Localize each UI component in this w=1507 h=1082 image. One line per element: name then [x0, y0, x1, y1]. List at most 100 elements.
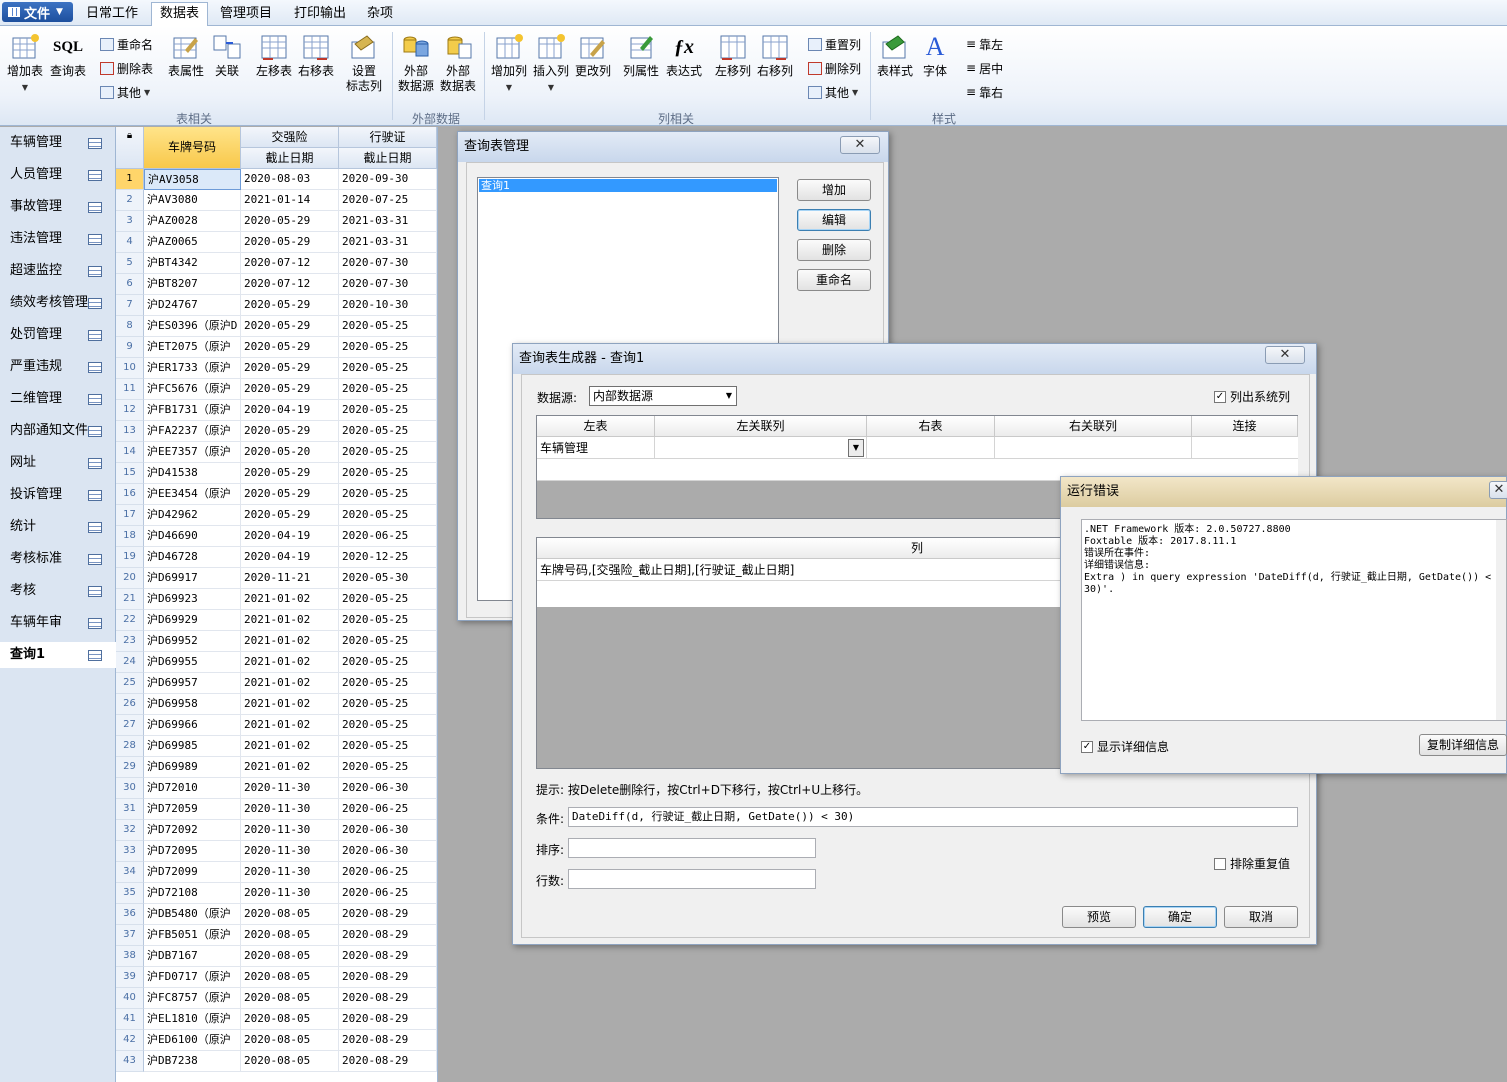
table-cell[interactable]: 2020-05-25 [339, 694, 437, 715]
table-cell[interactable]: 沪D69966 [144, 715, 241, 736]
row-number[interactable]: 34 [116, 862, 144, 883]
close-icon[interactable]: ✕ [840, 136, 880, 154]
table-cell[interactable]: 沪FC8757（原沪 [144, 988, 241, 1009]
table-cell[interactable]: 沪AV3080 [144, 190, 241, 211]
table-cell[interactable]: 沪DB5480（原沪 [144, 904, 241, 925]
table-cell[interactable]: 2020-05-20 [241, 442, 339, 463]
table-cell[interactable]: 2020-06-25 [339, 799, 437, 820]
preview-button[interactable]: 预览 [1062, 906, 1136, 928]
nav-item[interactable]: 违法管理 [0, 226, 116, 252]
table-cell[interactable]: 沪D72108 [144, 883, 241, 904]
error-details-text[interactable]: .NET Framework 版本: 2.0.50727.8800 Foxtab… [1081, 519, 1507, 721]
table-cell[interactable]: 2020-11-30 [241, 778, 339, 799]
table-cell[interactable]: 2021-01-02 [241, 736, 339, 757]
delete-column-button[interactable]: 删除列 [808, 58, 861, 78]
row-number[interactable]: 24 [116, 652, 144, 673]
tab-misc[interactable]: 杂项 [359, 4, 401, 26]
align-center-button[interactable]: ≡ 居中 [966, 58, 1003, 78]
row-number[interactable]: 20 [116, 568, 144, 589]
row-number[interactable]: 41 [116, 1009, 144, 1030]
table-cell[interactable]: 2020-05-30 [339, 568, 437, 589]
table-cell[interactable]: 2020-05-25 [339, 631, 437, 652]
delete-table-button[interactable]: 删除表 [100, 58, 153, 78]
sort-input[interactable] [568, 838, 816, 858]
table-cell[interactable]: 2020-06-30 [339, 841, 437, 862]
row-number[interactable]: 5 [116, 253, 144, 274]
table-cell[interactable]: 沪D72095 [144, 841, 241, 862]
tab-manage-project[interactable]: 管理项目 [212, 4, 280, 26]
row-number[interactable]: 12 [116, 400, 144, 421]
external-table-button[interactable]: 外部 数据表 [438, 32, 478, 94]
table-cell[interactable]: 2021-01-02 [241, 694, 339, 715]
list-system-columns-checkbox[interactable]: ✓ 列出系统列 [1214, 388, 1290, 405]
table-cell[interactable]: 2020-08-29 [339, 1051, 437, 1072]
table-cell[interactable]: 2020-08-29 [339, 904, 437, 925]
table-cell[interactable]: 沪DB7167 [144, 946, 241, 967]
table-cell[interactable]: 沪DB7238 [144, 1051, 241, 1072]
table-cell[interactable]: 沪D69923 [144, 589, 241, 610]
table-cell[interactable]: 沪EE7357（原沪 [144, 442, 241, 463]
table-cell[interactable]: 2020-08-05 [241, 1030, 339, 1051]
query-table-button[interactable]: SQL 查询表 [48, 32, 88, 79]
table-cell[interactable]: 2020-05-29 [241, 358, 339, 379]
table-cell[interactable]: 沪ES0396（原沪D [144, 316, 241, 337]
row-number[interactable]: 28 [116, 736, 144, 757]
table-cell[interactable]: 2020-09-30 [339, 169, 437, 190]
move-table-right-button[interactable]: 右移表 [296, 32, 336, 79]
row-number[interactable]: 3 [116, 211, 144, 232]
row-number[interactable]: 33 [116, 841, 144, 862]
table-cell[interactable]: 沪BT4342 [144, 253, 241, 274]
join-cell-right-column[interactable] [995, 437, 1192, 459]
row-number[interactable]: 6 [116, 274, 144, 295]
scrollbar[interactable] [1496, 520, 1506, 720]
table-cell[interactable]: 2020-10-30 [339, 295, 437, 316]
column-header-license-group[interactable]: 行驶证 [339, 127, 437, 148]
table-cell[interactable]: 2020-04-19 [241, 547, 339, 568]
table-cell[interactable]: 2020-08-05 [241, 946, 339, 967]
table-cell[interactable]: 沪D69955 [144, 652, 241, 673]
chevron-down-icon[interactable]: ▼ [848, 439, 864, 457]
nav-item[interactable]: 超速监控 [0, 258, 116, 284]
table-cell[interactable]: 沪D72010 [144, 778, 241, 799]
set-flag-column-button[interactable]: 设置 标志列 [342, 32, 386, 94]
table-cell[interactable]: 2020-06-30 [339, 778, 437, 799]
table-cell[interactable]: 2020-11-21 [241, 568, 339, 589]
nav-item[interactable]: 车辆年审 [0, 610, 116, 636]
row-number[interactable]: 26 [116, 694, 144, 715]
change-column-button[interactable]: 更改列 [572, 32, 614, 79]
distinct-checkbox[interactable]: 排除重复值 [1214, 855, 1290, 872]
table-cell[interactable]: 沪D69985 [144, 736, 241, 757]
row-number[interactable]: 13 [116, 421, 144, 442]
nav-item[interactable]: 事故管理 [0, 194, 116, 220]
cancel-button[interactable]: 取消 [1224, 906, 1298, 928]
add-table-button[interactable]: 增加表 ▼ [4, 32, 46, 95]
table-cell[interactable]: 2020-05-25 [339, 673, 437, 694]
nav-item[interactable]: 绩效考核管理 [0, 290, 116, 316]
table-cell[interactable]: 沪D46728 [144, 547, 241, 568]
table-cell[interactable]: 2020-05-29 [241, 316, 339, 337]
table-cell[interactable]: 2020-05-25 [339, 610, 437, 631]
table-cell[interactable]: 2021-01-02 [241, 715, 339, 736]
table-cell[interactable]: 2021-01-02 [241, 757, 339, 778]
table-cell[interactable]: 沪FB5051（原沪 [144, 925, 241, 946]
table-cell[interactable]: 沪D72099 [144, 862, 241, 883]
table-cell[interactable]: 沪D69958 [144, 694, 241, 715]
table-cell[interactable]: 沪BT8207 [144, 274, 241, 295]
table-cell[interactable]: 沪ET2075（原沪 [144, 337, 241, 358]
row-number[interactable]: 39 [116, 967, 144, 988]
table-cell[interactable]: 2020-05-25 [339, 358, 437, 379]
row-number[interactable]: 36 [116, 904, 144, 925]
table-cell[interactable]: 沪AZ0065 [144, 232, 241, 253]
table-cell[interactable]: 2020-05-25 [339, 442, 437, 463]
table-cell[interactable]: 沪EL1810（原沪 [144, 1009, 241, 1030]
table-cell[interactable]: 2020-07-30 [339, 253, 437, 274]
table-cell[interactable]: 2020-05-29 [241, 379, 339, 400]
table-cell[interactable]: 2020-05-25 [339, 757, 437, 778]
delete-query-button[interactable]: 删除 [797, 239, 871, 261]
table-cell[interactable]: 2020-08-05 [241, 1051, 339, 1072]
move-column-right-button[interactable]: 右移列 [754, 32, 796, 79]
table-cell[interactable]: 2020-05-25 [339, 715, 437, 736]
table-cell[interactable]: 2020-05-25 [339, 589, 437, 610]
table-cell[interactable]: 2021-01-02 [241, 673, 339, 694]
font-button[interactable]: A 字体 [916, 32, 954, 79]
